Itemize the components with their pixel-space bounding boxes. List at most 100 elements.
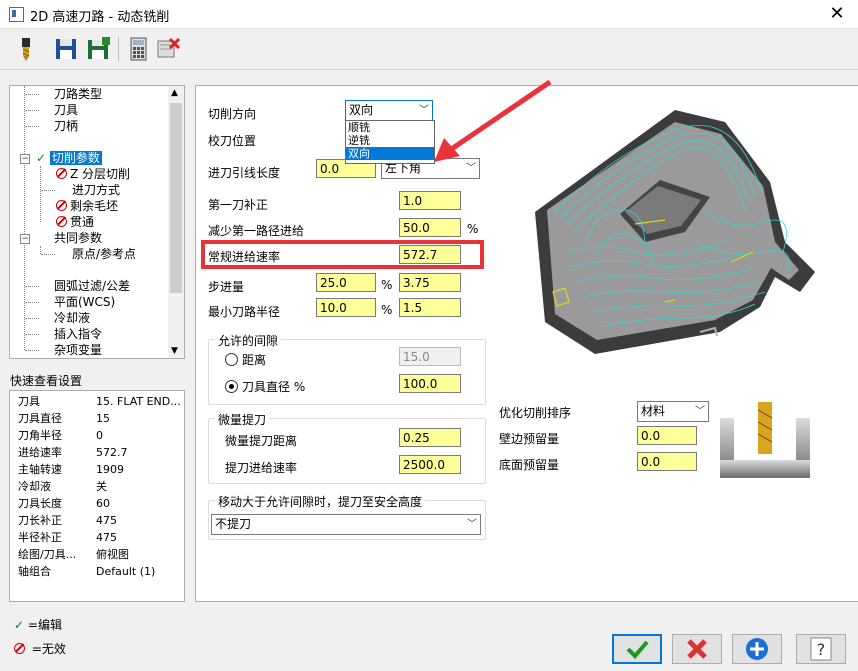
- micro-lift-feed-label: 提刀进给速率: [225, 461, 298, 475]
- tree-item-breakthrough[interactable]: 贯通: [56, 214, 94, 230]
- scroll-thumb[interactable]: [170, 103, 182, 293]
- invalid-icon: [14, 643, 25, 654]
- tree-item-remaining-stock[interactable]: 剩余毛坯: [56, 198, 118, 214]
- gap-tooldia-radio[interactable]: 刀具直径 %: [225, 378, 305, 395]
- tool-icon[interactable]: [12, 35, 40, 63]
- qv-key: 轴组合: [18, 565, 51, 578]
- floor-stock-label: 底面预留量: [499, 458, 560, 472]
- tree-item-misc-values[interactable]: 杂项变量: [54, 342, 102, 358]
- optimize-order-value: 材料: [641, 404, 666, 418]
- chevron-down-icon: ﹀: [419, 105, 429, 116]
- min-radius-percent-input[interactable]: 10.0: [316, 298, 376, 317]
- toolbar: [0, 29, 858, 70]
- cut-direction-label: 切削方向: [208, 107, 257, 121]
- title-bar: 2D 高速刀路 - 动态铣削 ✕: [0, 0, 858, 29]
- qv-value: 俯视图: [96, 548, 129, 561]
- tree-item-common-params[interactable]: 共同参数: [54, 230, 102, 246]
- qv-key: 刀角半径: [18, 429, 62, 442]
- tree-item-arc-filter[interactable]: 圆弧过滤/公差: [54, 278, 130, 294]
- reduce-first-feed-input[interactable]: 50.0: [399, 218, 461, 237]
- micro-lift-distance-input[interactable]: 0.25: [399, 428, 461, 447]
- move-group-title: 移动大于允许间隙时，提刀至安全高度: [215, 493, 426, 510]
- calculator-icon[interactable]: [124, 35, 152, 63]
- stock-preview-image: [720, 402, 810, 478]
- quick-view-title: 快速查看设置: [10, 374, 83, 388]
- tree-item-tool[interactable]: 刀具: [54, 102, 78, 118]
- tree-item-coolant[interactable]: 冷却液: [54, 310, 90, 326]
- quick-view-row: 主轴转速 1909: [18, 461, 178, 478]
- check-icon: ✓: [14, 618, 25, 632]
- parameter-tree: 刀路类型 刀具 刀柄 − ✓ 切削参数 Z 分层切削 进刀方式 剩余毛坯 贯通 …: [9, 85, 185, 359]
- collapse-icon[interactable]: −: [20, 234, 30, 244]
- qv-value: 15: [96, 412, 110, 425]
- tree-item-holder[interactable]: 刀柄: [54, 118, 78, 134]
- tree-scrollbar[interactable]: ▲ ▼: [168, 86, 184, 358]
- option-climb[interactable]: 顺铣: [346, 121, 434, 134]
- tree-item-planes[interactable]: 平面(WCS): [54, 294, 115, 310]
- option-zigzag[interactable]: 双向: [346, 147, 434, 160]
- quick-view-row: 半径补正 475: [18, 529, 178, 546]
- retract-select[interactable]: 不提刀 ﹀: [211, 514, 481, 535]
- stepover-percent-input[interactable]: 25.0: [316, 273, 376, 292]
- reduce-first-feed-label: 减少第一路径进给: [208, 224, 305, 238]
- qv-value: 15. FLAT END...: [96, 395, 181, 408]
- annotation-arrow: [434, 79, 552, 162]
- gap-distance-input[interactable]: 15.0: [399, 347, 461, 366]
- tree-item-depth-cuts[interactable]: Z 分层切削: [56, 166, 130, 182]
- gap-distance-label: 距离: [242, 353, 267, 367]
- option-conventional[interactable]: 逆铣: [346, 134, 434, 147]
- qv-key: 绘图/刀具...: [18, 548, 77, 561]
- highlight-box: [201, 240, 484, 269]
- optimize-order-select[interactable]: 材料 ﹀: [637, 401, 709, 422]
- stepover-input[interactable]: 3.75: [399, 273, 461, 292]
- quick-view-row: 刀具直径 15: [18, 410, 178, 427]
- save-icon[interactable]: [52, 35, 80, 63]
- first-pass-input[interactable]: 1.0: [399, 191, 461, 210]
- ok-button[interactable]: [612, 634, 662, 664]
- min-radius-input[interactable]: 1.5: [399, 298, 461, 317]
- legend-edit-label: =编辑: [27, 618, 62, 632]
- qv-value: 60: [96, 497, 110, 510]
- collapse-icon[interactable]: −: [20, 154, 30, 164]
- qv-value: 572.7: [96, 446, 128, 459]
- qv-value: Default (1): [96, 565, 156, 578]
- scroll-up-icon[interactable]: ▲: [171, 88, 178, 98]
- chevron-down-icon: ﹀: [695, 406, 705, 417]
- tree-item-canned-text[interactable]: 插入指令: [54, 326, 102, 342]
- scroll-down-icon[interactable]: ▼: [171, 346, 178, 356]
- stepover-label: 步进量: [208, 280, 245, 294]
- micro-lift-distance-label: 微量提刀距离: [225, 434, 298, 448]
- gap-tooldia-input[interactable]: 100.0: [399, 374, 461, 393]
- micro-lift-feed-input[interactable]: 2500.0: [399, 455, 461, 474]
- quick-view-panel: 刀具 15. FLAT END... 刀具直径 15 刀角半径 0 进给速率 572.7…: [9, 390, 185, 602]
- delete-icon[interactable]: [154, 35, 182, 63]
- legend-edit: ✓ =编辑: [14, 616, 62, 633]
- app-icon: [9, 7, 24, 22]
- lead-in-label: 进刀引线长度: [208, 166, 281, 180]
- qv-key: 刀长补正: [18, 514, 62, 527]
- invalid-icon: [56, 216, 67, 227]
- gap-distance-radio[interactable]: 距离: [225, 351, 266, 368]
- quick-view-row: 冷却液 关: [18, 478, 178, 495]
- gap-group-title: 允许的间隙: [215, 332, 282, 349]
- quick-view-row: 刀角半径 0: [18, 427, 178, 444]
- wall-stock-input[interactable]: 0.0: [637, 426, 697, 445]
- qv-key: 半径补正: [18, 531, 62, 544]
- close-button[interactable]: ✕: [824, 3, 850, 25]
- tree-item-entry-motion[interactable]: 进刀方式: [72, 182, 120, 198]
- cut-direction-select[interactable]: 双向 ﹀: [345, 100, 433, 121]
- tree-item-cut-params[interactable]: ✓ 切削参数: [36, 150, 102, 166]
- qv-key: 冷却液: [18, 480, 51, 493]
- tree-item-home-ref[interactable]: 原点/参考点: [72, 246, 136, 262]
- help-button[interactable]: ?: [796, 634, 846, 664]
- qv-key: 刀具直径: [18, 412, 62, 425]
- save-all-icon[interactable]: [84, 35, 112, 63]
- tree-item-label: 贯通: [70, 215, 95, 229]
- floor-stock-input[interactable]: 0.0: [637, 452, 697, 471]
- close-icon: [687, 639, 707, 659]
- add-button[interactable]: [732, 634, 782, 664]
- tree-item-toolpath-type[interactable]: 刀路类型: [54, 86, 102, 102]
- cancel-button[interactable]: [672, 634, 722, 664]
- percent-unit: %: [467, 222, 479, 236]
- check-icon: [626, 640, 649, 659]
